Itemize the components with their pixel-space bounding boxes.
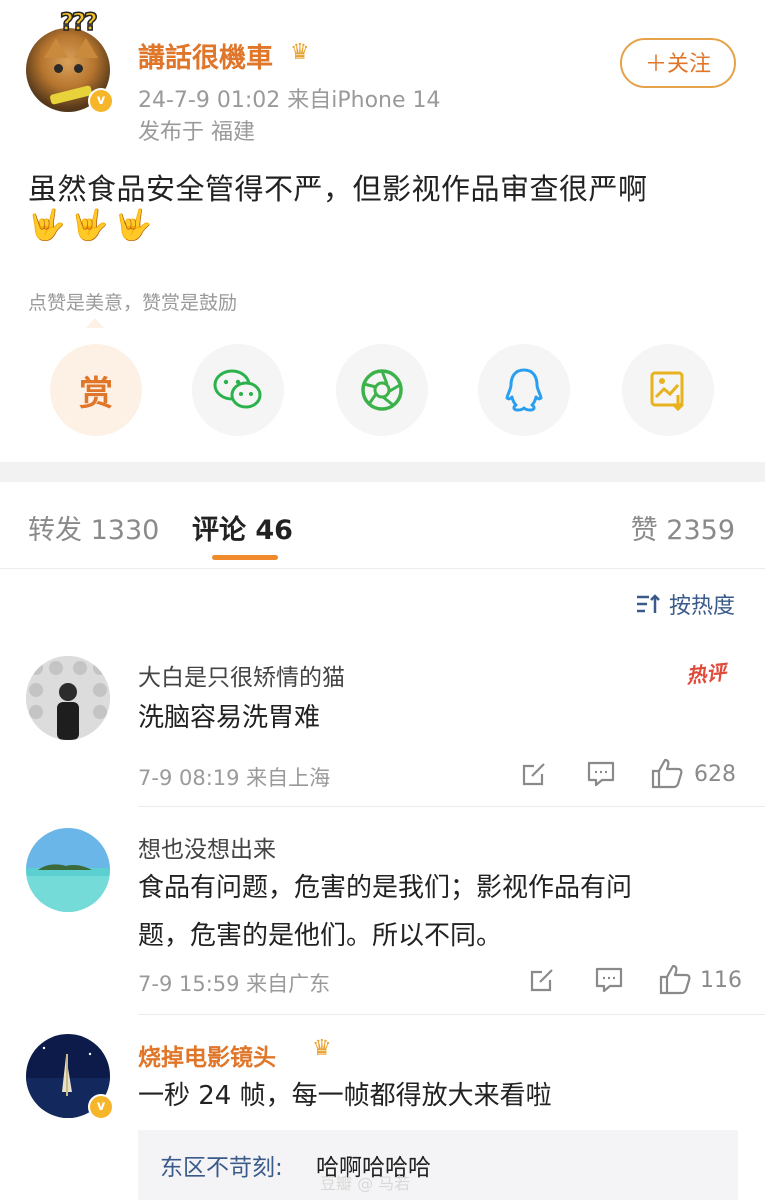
poster-username[interactable]: 講話很機車 — [138, 36, 273, 75]
comment-author[interactable]: 大白是只很矫情的猫 — [138, 658, 345, 692]
crown-icon: ♛ — [312, 1036, 332, 1061]
comment-separator — [138, 1014, 765, 1015]
question-marks-decoration: ??? — [59, 7, 98, 37]
comment-meta: 7-9 15:59 来自广东 — [138, 972, 331, 996]
thumbs-up-icon — [659, 964, 691, 995]
comment-text: 洗脑容易洗胃难 — [138, 703, 321, 733]
comment-meta: 7-9 08:19 来自上海 — [138, 766, 331, 790]
watermark: 豆瓣 @ 马若 — [320, 1174, 411, 1193]
comment-like-button[interactable] — [658, 963, 692, 999]
moments-share-button[interactable] — [336, 344, 428, 436]
cat-eye-right — [74, 64, 83, 73]
tabs-divider — [0, 568, 765, 569]
tab-like[interactable]: 赞 2359 — [631, 508, 735, 547]
post-location: 发布于 福建 — [138, 120, 255, 145]
crown-icon: ♛ — [290, 40, 310, 65]
post-time-device: 24-7-9 01:02 来自iPhone 14 — [138, 88, 441, 113]
comment-text-line1: 食品有问题，危害的是我们；影视作品有问 — [138, 873, 633, 903]
sort-toggle[interactable]: 按热度 — [635, 588, 735, 620]
comment-reply-button[interactable] — [586, 760, 616, 792]
verified-badge-icon: v — [88, 1094, 114, 1120]
active-tab-indicator — [212, 555, 278, 560]
wechat-icon — [213, 369, 262, 409]
comment-reply-button[interactable] — [594, 966, 624, 998]
wechat-share-button[interactable] — [192, 344, 284, 436]
verified-badge-icon: v — [88, 88, 114, 114]
tab-comment[interactable]: 评论 46 — [192, 508, 293, 547]
follow-button[interactable]: ＋关注 — [620, 38, 736, 88]
hot-comment-badge: 热评 — [685, 659, 728, 689]
avatar-image — [26, 656, 110, 740]
cat-eye-left — [54, 64, 63, 73]
post-emoji: 🤟🤟🤟 — [28, 208, 159, 243]
qq-share-button[interactable] — [478, 344, 570, 436]
tab-repost[interactable]: 转发 1330 — [28, 508, 159, 547]
commenter-avatar[interactable] — [26, 656, 110, 740]
share-icon — [522, 763, 545, 786]
reward-hint: 点赞是美意，赞赏是鼓励 — [28, 292, 238, 314]
comment-icon — [595, 967, 623, 993]
comment-icon — [587, 761, 615, 787]
comment-text-line2: 题，危害的是他们。所以不同。 — [138, 921, 503, 951]
post-text: 虽然食品安全管得不严，但影视作品审查很严啊 — [28, 172, 648, 206]
reward-pointer — [86, 318, 104, 328]
comment-like-count: 628 — [694, 762, 736, 787]
comment-share-button[interactable] — [528, 966, 556, 998]
reward-button[interactable]: 赏 — [50, 344, 142, 436]
cat-ear-right — [74, 38, 98, 58]
moments-aperture-icon — [361, 369, 403, 411]
comment-like-button[interactable] — [650, 757, 684, 793]
commenter-avatar[interactable] — [26, 828, 110, 912]
avatar-image — [26, 828, 110, 912]
comment-author[interactable]: 想也没想出来 — [138, 830, 276, 864]
section-divider — [0, 462, 765, 482]
sort-icon — [636, 594, 660, 613]
reward-label: 赏 — [79, 373, 113, 414]
comment-share-button[interactable] — [520, 760, 548, 792]
comment-author[interactable]: 烧掉电影镜头 — [138, 1038, 276, 1072]
comment-like-count: 116 — [700, 968, 742, 993]
comment-separator — [138, 806, 765, 807]
cat-paw-bar — [49, 85, 93, 105]
thumbs-up-icon — [651, 758, 683, 789]
sort-label: 按热度 — [668, 594, 735, 619]
comment-text: 一秒 24 帧，每一帧都得放大来看啦 — [138, 1081, 552, 1111]
cat-ear-left — [44, 38, 68, 58]
qq-penguin-icon — [505, 368, 543, 412]
reply-author[interactable]: 东区不苛刻: — [160, 1148, 283, 1182]
share-icon — [530, 969, 553, 992]
save-image-button[interactable] — [622, 344, 714, 436]
image-download-icon — [650, 371, 685, 411]
